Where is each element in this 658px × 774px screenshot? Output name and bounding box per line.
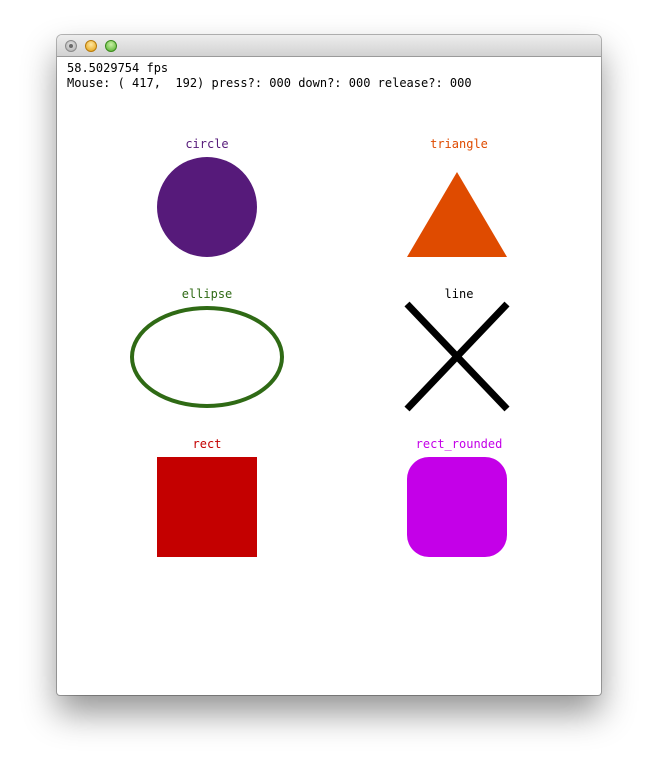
line-shape xyxy=(404,301,510,412)
app-window: 58.5029754 fps Mouse: ( 417, 192) press?… xyxy=(57,35,601,695)
circle-shape xyxy=(157,157,257,257)
ellipse-shape xyxy=(130,306,284,408)
shapes-drawing xyxy=(130,157,510,557)
canvas[interactable]: 58.5029754 fps Mouse: ( 417, 192) press?… xyxy=(57,57,601,695)
zoom-button[interactable] xyxy=(105,40,117,52)
close-button[interactable] xyxy=(65,40,77,52)
triangle-shape xyxy=(407,172,507,257)
rect-rounded-shape xyxy=(407,457,507,557)
rect-shape xyxy=(157,457,257,557)
screen: 58.5029754 fps Mouse: ( 417, 192) press?… xyxy=(0,0,658,774)
minimize-button[interactable] xyxy=(85,40,97,52)
title-bar[interactable] xyxy=(57,35,601,57)
